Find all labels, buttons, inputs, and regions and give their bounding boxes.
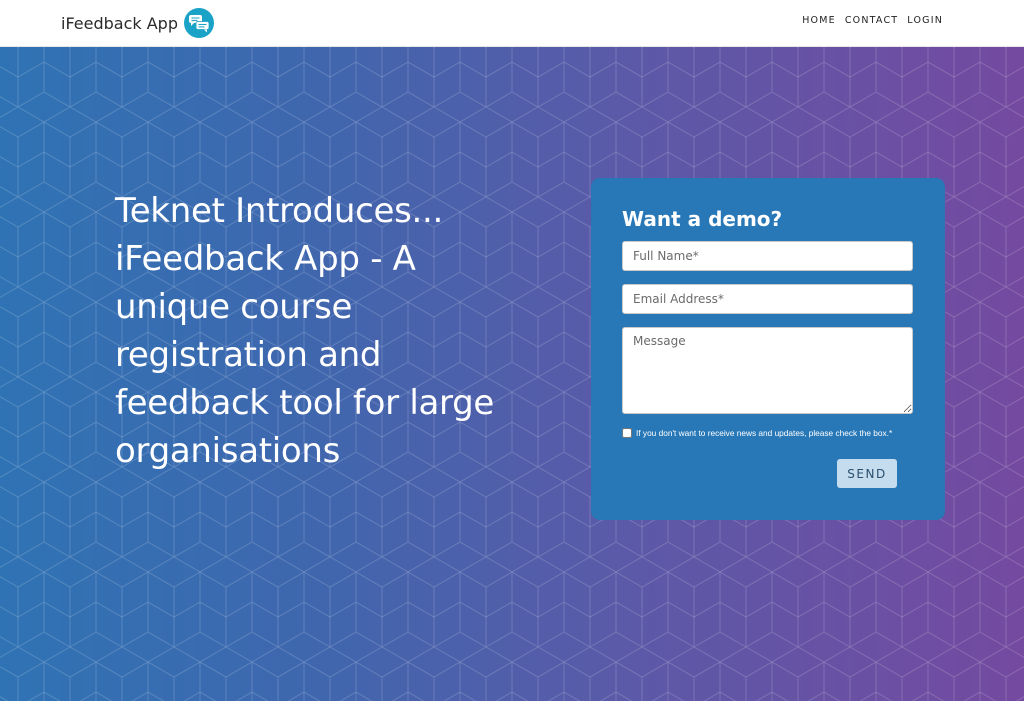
- send-button[interactable]: SEND: [837, 459, 897, 488]
- hero-section: Teknet Introduces... iFeedback App - A u…: [0, 47, 1024, 701]
- brand-name: iFeedback App: [61, 13, 178, 33]
- demo-request-form: Want a demo? If you don't want to receiv…: [591, 178, 945, 520]
- email-address-input[interactable]: [622, 284, 913, 314]
- nav-link-contact[interactable]: CONTACT: [845, 15, 898, 26]
- newsletter-opt-out-checkbox[interactable]: [622, 428, 632, 438]
- chat-bubbles-icon: [183, 8, 214, 38]
- newsletter-opt-out-label: If you don't want to receive news and up…: [636, 428, 893, 438]
- full-name-input[interactable]: [622, 241, 913, 271]
- demo-form-title: Want a demo?: [622, 207, 783, 231]
- newsletter-opt-out[interactable]: If you don't want to receive news and up…: [622, 428, 892, 438]
- nav-link-home[interactable]: HOME: [802, 15, 836, 26]
- message-textarea[interactable]: [622, 327, 913, 414]
- top-navbar: iFeedback App HOME CONTACT LOGIN: [0, 0, 1024, 47]
- nav-link-login[interactable]: LOGIN: [907, 15, 943, 26]
- brand-link[interactable]: iFeedback App: [61, 7, 214, 39]
- hero-headline: Teknet Introduces... iFeedback App - A u…: [115, 191, 495, 471]
- main-nav: HOME CONTACT LOGIN: [802, 15, 943, 26]
